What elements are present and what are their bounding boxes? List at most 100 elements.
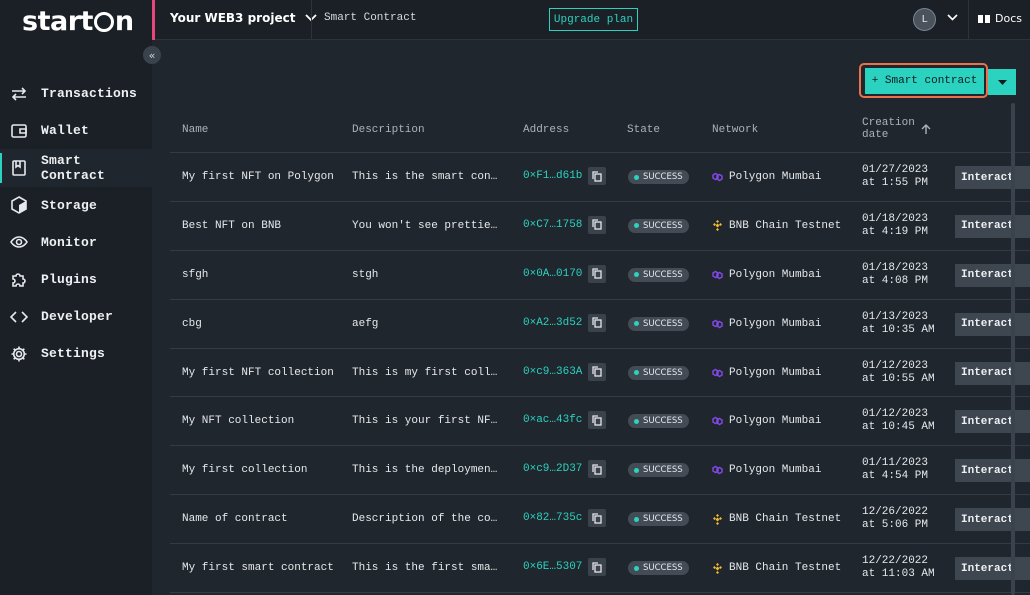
sidebar-item-wallet[interactable]: Wallet [0,112,152,149]
code-icon [10,311,28,323]
contract-address[interactable]: 0×c9…2D37 [523,460,607,479]
address-text: 0×F1…d61b [523,170,583,182]
contract-description: This is your first NFT collection [352,415,499,428]
network-cell: Polygon Mumbai [712,171,821,183]
contract-address[interactable]: 0×6E…5307 [523,558,607,577]
sidebar-item-plugins[interactable]: Plugins [0,261,152,298]
state-cell: SUCCESS [628,512,689,527]
copy-address-button[interactable] [588,167,607,185]
network-cell: Polygon Mumbai [712,367,821,379]
state-cell: SUCCESS [628,316,689,331]
bnb-icon [713,562,722,574]
table-row[interactable]: My first smart contract This is the first… [170,544,1030,594]
copy-address-button[interactable] [588,558,607,577]
contract-address[interactable]: 0×ac…43fc [523,411,607,430]
status-badge: SUCCESS [628,365,689,380]
contract-address[interactable]: 0×0A…0170 [523,264,607,283]
avatar[interactable]: L [913,8,936,31]
copy-address-button[interactable] [588,411,607,430]
book-icon [978,14,990,23]
sidebar-item-developer[interactable]: Developer [0,298,152,335]
copy-address-button[interactable] [588,215,607,234]
column-header-state[interactable]: State [627,124,660,136]
address-text: 0×6E…5307 [523,561,583,574]
column-header-network[interactable]: Network [712,124,758,136]
sidebar-item-settings[interactable]: Settings [0,335,152,372]
contract-name: cbg [182,317,202,330]
status-badge: SUCCESS [628,414,689,429]
interact-button[interactable]: Interact [955,557,1030,581]
contract-address[interactable]: 0×C7…1758 [523,215,607,234]
topbar: Your WEB3 project Smart Contract Upgrade… [152,0,1030,40]
upgrade-plan-button[interactable]: Upgrade plan [549,8,638,31]
status-text: SUCCESS [643,416,683,427]
sidebar-item-monitor[interactable]: Monitor [0,224,152,261]
add-options-dropdown-button[interactable] [988,69,1016,95]
contract-address[interactable]: 0×A2…3d52 [523,313,607,332]
sidebar-item-smart-contract[interactable]: Smart Contract [0,149,152,187]
copy-address-button[interactable] [588,509,607,528]
table-row[interactable]: sfgh stgh 0×0A…0170 SUCCESS Polygon Mumbai 01… [170,251,1030,300]
state-cell: SUCCESS [628,170,689,184]
project-selector[interactable]: Your WEB3 project [170,11,318,25]
interact-button[interactable]: Interact [955,410,1030,434]
creation-date: 12/22/2022 at 11:03 AM [862,555,935,581]
contracts-table: Name Description Address State Network C… [170,107,1030,594]
table-row[interactable]: My first NFT on Polygon This is the smart… [170,153,1030,202]
collapse-sidebar-button[interactable]: « [143,46,161,64]
network-cell: Polygon Mumbai [712,269,821,281]
interact-button[interactable]: Interact [955,214,1030,238]
table-row[interactable]: Best NFT on BNB You won't see prettier NF… [170,202,1030,251]
column-header-address[interactable]: Address [523,124,569,136]
docs-link[interactable]: Docs [978,12,1022,25]
interact-button[interactable]: Interact [955,263,1030,287]
network-name: Polygon Mumbai [729,415,822,428]
copy-icon [592,561,603,573]
address-text: 0×A2…3d52 [523,316,583,329]
copy-address-button[interactable] [588,313,607,332]
vertical-scrollbar[interactable] [1011,103,1015,595]
state-cell: SUCCESS [628,561,689,576]
polygon-icon [712,270,723,280]
copy-address-button[interactable] [588,264,607,283]
interact-button[interactable]: Interact [955,361,1030,385]
table-row[interactable]: cbg aefg 0×A2…3d52 SUCCESS Polygon Mumbai 01/… [170,300,1030,349]
network-cell: BNB Chain Testnet [712,220,841,232]
contract-name: sfgh [182,268,209,281]
sidebar-item-label: Storage [41,197,98,213]
table-row[interactable]: Name of contract Description of the contr… [170,495,1030,545]
sidebar-item-storage[interactable]: Storage [0,187,152,224]
interact-button[interactable]: Interact [955,166,1030,189]
project-name: Your WEB3 project [170,11,296,25]
status-badge: SUCCESS [628,218,689,233]
sidebar-item-transactions[interactable]: Transactions [0,75,152,112]
contract-address[interactable]: 0×82…735c [523,509,607,528]
network-cell: BNB Chain Testnet [712,562,841,574]
interact-button[interactable]: Interact [955,459,1030,483]
add-smart-contract-button[interactable]: + Smart contract [865,68,984,94]
interact-button[interactable]: Interact [955,508,1030,532]
contract-address[interactable]: 0×c9…363A [523,362,607,381]
contract-name: My first NFT on Polygon [182,171,334,183]
contract-address[interactable]: 0×F1…d61b [523,167,607,185]
interact-button[interactable]: Interact [955,312,1030,336]
creation-date: 01/13/2023 at 10:35 AM [862,310,935,336]
column-header-description[interactable]: Description [352,124,425,136]
copy-address-button[interactable] [588,362,607,381]
address-text: 0×C7…1758 [523,218,583,231]
starton-logo[interactable]: start n [22,6,134,37]
copy-icon [592,268,603,279]
contract-description: aefg [352,317,379,330]
table-row[interactable]: My first collection This is the deploymen… [170,446,1030,496]
contract-description: Description of the contract [352,513,499,526]
copy-address-button[interactable] [588,460,607,479]
address-text: 0×0A…0170 [523,267,583,280]
table-row[interactable]: My first NFT collection This is my first … [170,349,1030,398]
column-header-creation-date[interactable]: Creation date [862,117,931,141]
contract-description: This is the smart contract of my first N… [352,171,499,183]
network-name: BNB Chain Testnet [729,562,842,575]
table-row[interactable]: My NFT collection This is your first NFT … [170,397,1030,447]
chevron-down-icon[interactable] [947,14,958,21]
caret-down-icon [997,79,1007,85]
column-header-name[interactable]: Name [182,124,208,136]
